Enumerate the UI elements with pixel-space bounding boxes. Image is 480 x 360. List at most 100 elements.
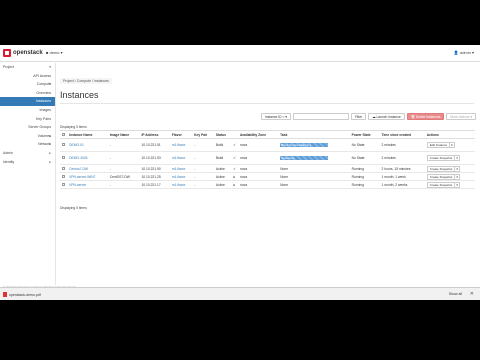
availability-zone-cell: nova	[237, 172, 279, 181]
task-text: None	[280, 182, 289, 187]
table-row: DEMO-01-10.10.221.91 m1.flavor - Build ✓ nova…	[60, 138, 475, 152]
delete-instances-button[interactable]: 🗑 Delete Instances	[406, 113, 445, 120]
show-all-downloads[interactable]: Show all	[449, 292, 462, 296]
instance-name-link[interactable]: DEMO-01	[69, 143, 84, 147]
chevron-down-icon[interactable]: ▾	[454, 174, 459, 179]
column-header[interactable]: Flavor	[169, 130, 193, 139]
flavor-link[interactable]: m1.flavor	[172, 175, 186, 179]
column-header[interactable]: Power State	[349, 130, 380, 139]
ip-address-cell: 10.10.221.17	[139, 180, 170, 189]
row-checkbox[interactable]	[62, 182, 65, 186]
column-header[interactable]: Actions	[424, 130, 475, 139]
flavor-cell: m1.flavor	[169, 180, 193, 189]
chevron-down-icon[interactable]: ▾	[454, 182, 459, 187]
key-pair-cell: -	[192, 172, 214, 181]
instance-name-link[interactable]: Centos7-DW	[69, 167, 88, 171]
project-selector[interactable]: ■ demo ▾	[46, 50, 63, 55]
chevron-down-icon[interactable]: ▾	[449, 143, 454, 147]
sidebar: Project ▾ API Access Compute ▾ Overview Instan…	[0, 63, 56, 285]
age-cell: 2 hours, 15 minutes	[379, 164, 425, 173]
ip-address-cell: 10.10.221.25	[139, 172, 170, 181]
actions-cell: Create Snapshot ▾	[424, 180, 475, 189]
filter-button[interactable]: Filter	[350, 113, 367, 120]
sidebar-item-images[interactable]: Images	[0, 106, 55, 115]
chevron-icon: ▸	[49, 142, 51, 147]
user-menu[interactable]: 👤 admin ▾	[454, 50, 474, 55]
page-title: Instances	[60, 90, 99, 100]
ip-address-cell: 10.10.221.91	[139, 138, 170, 152]
flavor-link[interactable]: m1.flavor	[172, 167, 186, 171]
instance-name-cell: DEMO-01	[67, 138, 108, 152]
more-actions-button[interactable]: More Actions ▾	[446, 113, 476, 120]
age-cell: 2 minutes	[379, 151, 425, 165]
row-action-label: Create Snapshot	[429, 156, 453, 160]
launch-instance-button[interactable]: ☁ Launch Instance	[368, 113, 405, 120]
browser-viewport: openstack ■ demo ▾ 👤 admin ▾ Project ▾ API…	[0, 45, 480, 300]
column-header[interactable]: Time since created	[379, 130, 425, 139]
instance-name-cell: Centos7-DW	[67, 164, 108, 173]
filter-input[interactable]	[292, 113, 349, 120]
chevron-icon: ▸	[49, 133, 51, 138]
column-header[interactable]: IP Address	[139, 130, 170, 139]
sidebar-item-project[interactable]: Project ▾	[0, 63, 55, 72]
chevron-down-icon[interactable]: ▾	[454, 166, 459, 171]
column-header[interactable]: Status	[213, 130, 232, 139]
column-header[interactable]: Availability Zone	[237, 130, 279, 139]
row-action-button[interactable]: Create Snapshot ▾	[426, 173, 460, 180]
column-header[interactable]: Image Name	[107, 130, 140, 139]
column-header[interactable]: Key Pair	[192, 130, 214, 139]
display-count-bottom: Displaying 5 items	[60, 206, 87, 210]
sidebar-item-volumes[interactable]: Volumes ▸	[0, 132, 55, 141]
display-count-top: Displaying 5 items	[60, 125, 87, 129]
row-action-label: Create Snapshot	[429, 182, 453, 187]
download-shelf: openstack-demo.pdf Show all ✕	[0, 287, 480, 300]
sidebar-item-key-pairs[interactable]: Key Pairs	[0, 115, 55, 124]
instance-name-link[interactable]: DEMO-4026	[69, 156, 87, 160]
flavor-link[interactable]: m1.flavor	[172, 143, 186, 147]
row-select-cell	[60, 151, 68, 165]
availability-zone-cell: nova	[237, 180, 279, 189]
row-action-button[interactable]: Create Snapshot ▾	[426, 181, 460, 188]
sidebar-item-api-access[interactable]: API Access	[0, 72, 55, 81]
status-cell: Build	[213, 151, 232, 165]
sidebar-item-compute[interactable]: Compute ▾	[0, 80, 55, 89]
age-cell: 2 minutes	[379, 138, 425, 152]
flavor-link[interactable]: m1.flavor	[172, 156, 186, 160]
row-action-button[interactable]: Edit Instance ▾	[426, 142, 455, 148]
sidebar-item-server-groups[interactable]: Server Groups	[0, 123, 55, 132]
chevron-icon: ▸	[49, 150, 51, 155]
column-header[interactable]: Instance Name	[67, 130, 108, 139]
row-checkbox[interactable]	[62, 156, 65, 159]
sidebar-item-identity[interactable]: Identity ▸	[0, 158, 55, 167]
row-checkbox[interactable]	[62, 166, 65, 170]
column-header[interactable]: Task	[278, 130, 350, 139]
flavor-link[interactable]: m1.flavor	[172, 183, 186, 187]
key-pair-cell: -	[192, 151, 214, 165]
column-header[interactable]	[231, 130, 238, 139]
task-text: None	[280, 174, 289, 179]
chevron-down-icon[interactable]: ▾	[454, 156, 459, 160]
row-checkbox[interactable]	[62, 143, 65, 146]
close-icon[interactable]: ✕	[470, 291, 474, 297]
top-navbar: openstack ■ demo ▾ 👤 admin ▾	[0, 45, 480, 62]
row-checkbox[interactable]	[62, 174, 65, 178]
instance-name-link[interactable]: VPN-server	[69, 183, 86, 187]
download-item[interactable]: openstack-demo.pdf	[3, 292, 41, 297]
row-action-button[interactable]: Create Snapshot ▾	[426, 155, 460, 161]
sidebar-item-admin[interactable]: Admin ▸	[0, 149, 55, 158]
select-all-checkbox[interactable]	[62, 132, 65, 136]
row-action-button[interactable]: Create Snapshot ▾	[426, 165, 460, 172]
instance-name-link[interactable]: VPN-server-WIN7	[69, 175, 95, 179]
sidebar-item-network[interactable]: Network ▸	[0, 140, 55, 149]
column-header[interactable]	[60, 130, 68, 139]
actions-cell: Edit Instance ▾	[424, 138, 475, 152]
sidebar-item-instances[interactable]: Instances	[0, 97, 55, 106]
table-row: Centos7-DW -10.10.221.90 m1.flavor - Active ✓…	[60, 164, 475, 173]
sidebar-item-label: API Access	[33, 73, 51, 78]
openstack-logo[interactable]: openstack	[3, 49, 43, 57]
status-icon: ✓	[231, 138, 238, 152]
sidebar-item-overview[interactable]: Overview	[0, 89, 55, 98]
power-state-cell: Running	[349, 164, 380, 173]
filter-field-select[interactable]: Instance ID = ▾	[260, 113, 291, 120]
sidebar-item-label: Images	[39, 107, 51, 112]
